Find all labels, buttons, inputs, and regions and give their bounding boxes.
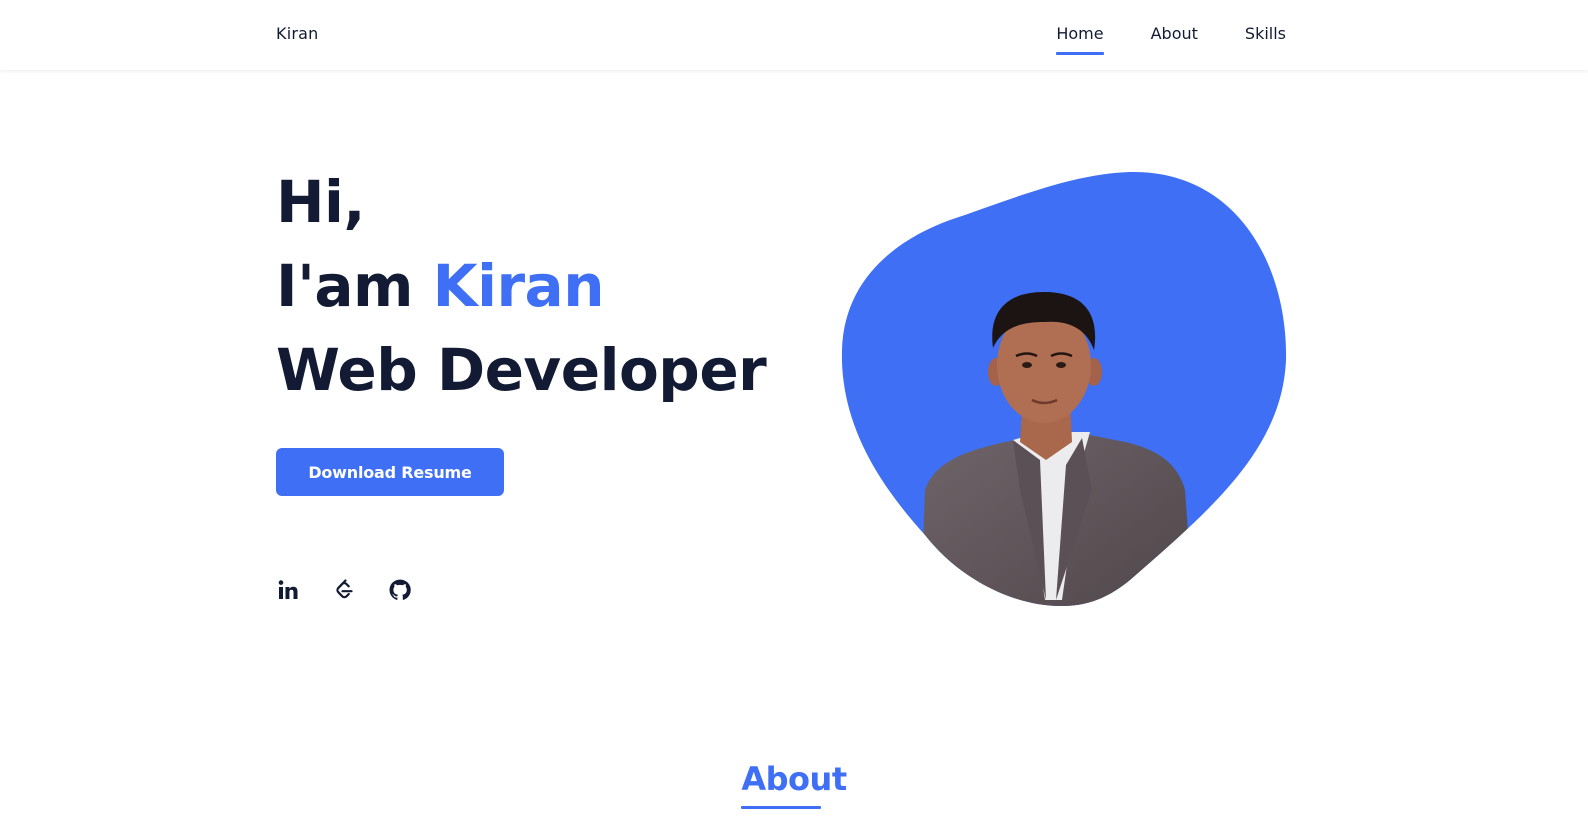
about-section-title: About [741,760,847,798]
about-title-underline [741,806,821,809]
hero-intro-prefix: I'am [276,252,413,320]
site-header: Kiran Home About Skills [0,0,1588,70]
nav-skills[interactable]: Skills [1245,24,1286,44]
hero-role: Web Developer [276,336,767,404]
leetcode-icon[interactable] [332,578,356,602]
github-icon[interactable] [388,578,412,602]
hero-greeting: Hi, [276,168,365,236]
hero-text: Hi, I'am Kiran Web Developer [276,160,767,412]
logo-link[interactable]: Kiran [276,24,318,43]
nav-home[interactable]: Home [1056,24,1104,55]
linkedin-icon[interactable] [276,578,300,602]
social-links [276,578,412,602]
hero-name: Kiran [432,252,605,320]
profile-image [830,160,1300,620]
download-resume-button[interactable]: Download Resume [276,448,504,496]
nav-about[interactable]: About [1151,24,1198,44]
hero-intro: I'am Kiran [276,244,766,328]
main-nav: Home About Skills [1056,24,1286,55]
